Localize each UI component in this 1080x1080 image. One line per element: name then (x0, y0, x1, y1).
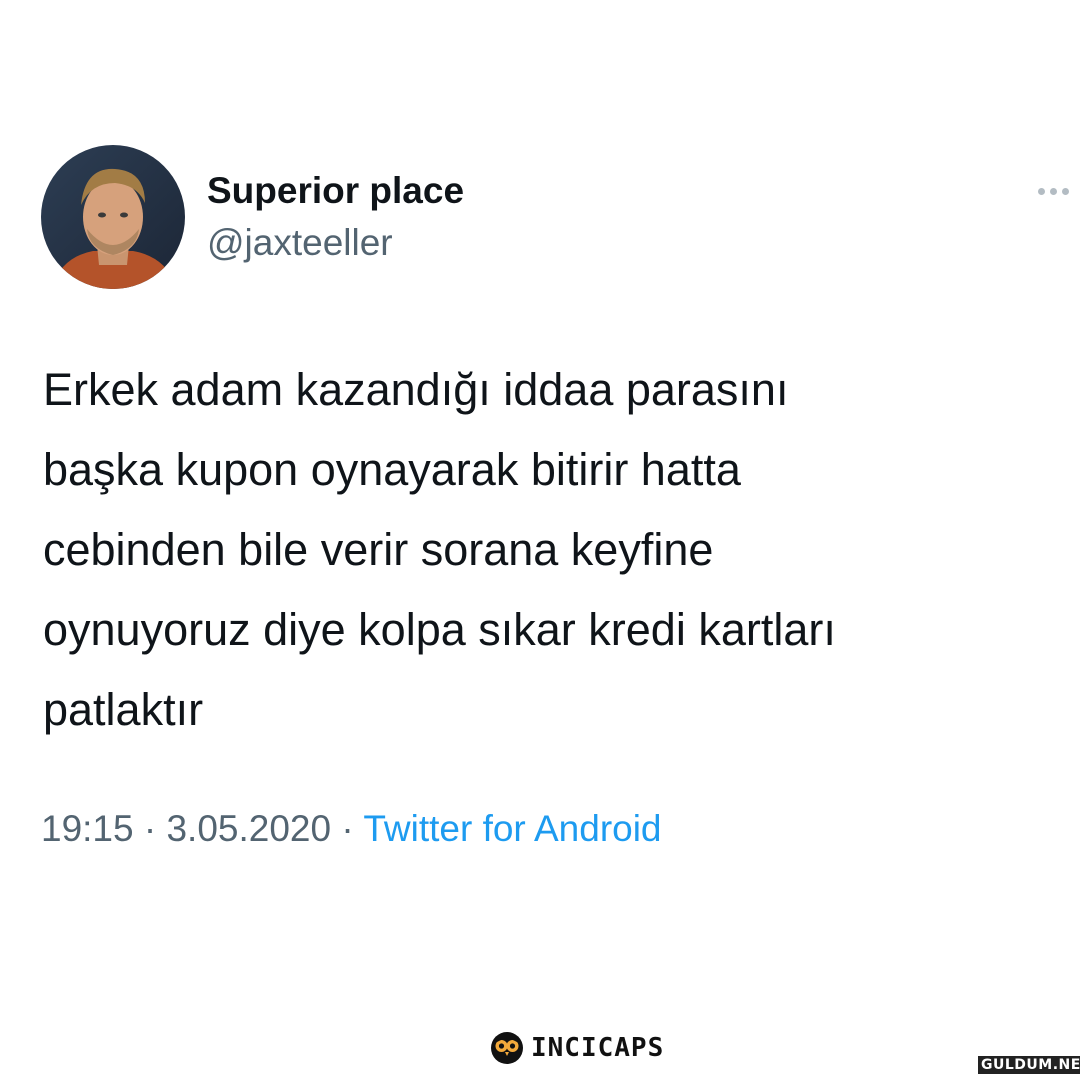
tweet-text-line: cebinden bile verir sorana keyfine (43, 524, 714, 575)
display-name[interactable]: Superior place (207, 170, 464, 212)
brand-logo: INCICAPS (490, 1030, 664, 1066)
tweet-meta: 19:15 · 3.05.2020 · Twitter for Android (41, 808, 662, 850)
more-horizontal-icon[interactable] (1038, 178, 1080, 204)
tweet-text-line: başka kupon oynayarak bitirir hatta (43, 444, 741, 495)
tweet-text-line: patlaktır (43, 684, 204, 735)
owl-icon (491, 1032, 523, 1064)
watermark: GULDUM.NET (978, 1056, 1080, 1074)
more-dot (1050, 187, 1057, 195)
more-dot (1062, 187, 1069, 195)
tweet-source-link[interactable]: Twitter for Android (363, 808, 661, 849)
meta-separator: · (341, 808, 354, 849)
tweet-text: Erkek adam kazandığı iddaa parasını başk… (43, 350, 1073, 750)
tweet-time[interactable]: 19:15 (41, 808, 134, 849)
brand-name: INCICAPS (531, 1033, 665, 1063)
tweet-text-line: Erkek adam kazandığı iddaa parasını (43, 364, 789, 415)
meta-separator: · (143, 808, 157, 849)
more-dot (1038, 187, 1045, 195)
avatar-image (41, 145, 185, 289)
tweet-text-line: oynuyoruz diye kolpa sıkar kredi kartlar… (43, 604, 836, 655)
user-handle[interactable]: @jaxteeller (207, 222, 393, 264)
avatar[interactable] (41, 145, 185, 289)
tweet-date[interactable]: 3.05.2020 (166, 808, 331, 849)
